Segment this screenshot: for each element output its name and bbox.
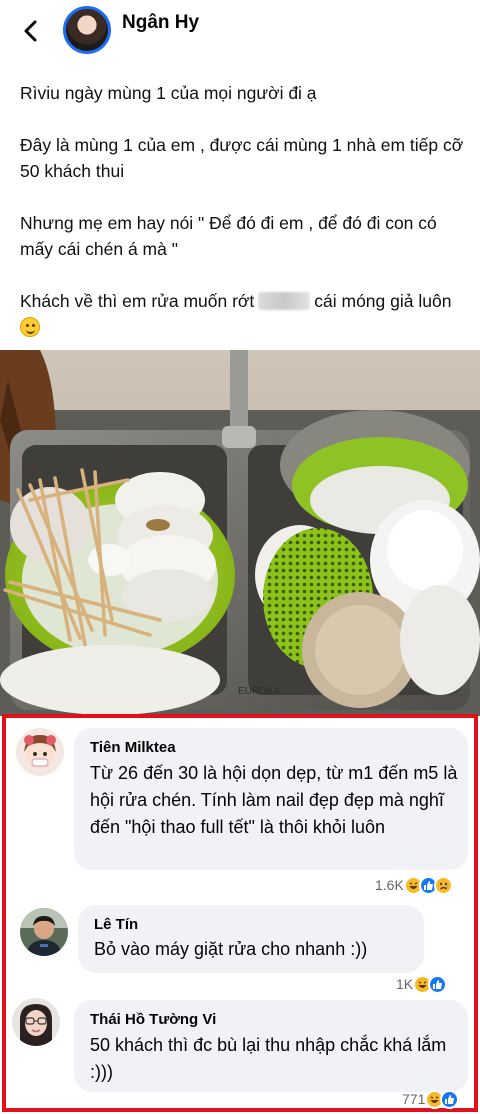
author-name[interactable]: Ngân Hy: [122, 12, 199, 34]
reaction-count: 1.6K: [375, 877, 404, 893]
sink-brand-label: EUROKA: [238, 686, 281, 697]
post-line: Nhưng mẹ em hay nói " Để đó đi em , để đ…: [20, 213, 437, 259]
commenter-avatar[interactable]: [16, 728, 64, 776]
comment-bubble[interactable]: Tiên Milktea Từ 26 đến 30 là hội dọn dẹp…: [74, 728, 468, 870]
comment-bubble[interactable]: Lê Tín Bỏ vào máy giặt rửa cho nhanh :)): [78, 905, 424, 973]
post-photo[interactable]: EUROKA: [0, 350, 480, 716]
post-text: Rìviu ngày mùng 1 của mọi người đi ạ Đây…: [20, 80, 470, 366]
comment-text: Từ 26 đến 30 là hội dọn dẹp, từ m1 đến m…: [90, 763, 458, 837]
commenter-name[interactable]: Thái Hồ Tường Vi: [90, 1011, 216, 1028]
post-line-last: Khách về thì em rửa muốn rớt cái móng giả…: [20, 288, 470, 340]
comments-highlight-frame: Tiên Milktea Từ 26 đến 30 là hội dọn dẹp…: [2, 714, 478, 1112]
reaction-count: 771: [402, 1091, 426, 1107]
reaction-count: 1K: [396, 976, 414, 992]
post-header: Ngân Hy: [0, 0, 480, 62]
comment-reactions[interactable]: 1K: [396, 973, 448, 995]
author-avatar[interactable]: [63, 6, 111, 54]
like-reaction-icon: [440, 1089, 460, 1109]
commenter-avatar[interactable]: [20, 908, 68, 956]
post-line-part: cái móng giả luôn: [314, 291, 452, 311]
comment-reactions[interactable]: 1.6K: [375, 874, 453, 896]
comment-text: 50 khách thì đc bù lại thu nhập chắc khá…: [90, 1035, 447, 1082]
like-reaction-icon: [428, 974, 448, 994]
smile-emoji-icon: [20, 317, 40, 337]
post-line: Rìviu ngày mùng 1 của mọi người đi ạ: [20, 83, 317, 103]
comment-text: Bỏ vào máy giặt rửa cho nhanh :)): [94, 939, 368, 959]
commenter-avatar[interactable]: [12, 998, 60, 1046]
commenter-name[interactable]: Lê Tín: [94, 916, 138, 933]
blurred-word: [258, 292, 311, 310]
sad-reaction-icon: [433, 875, 453, 895]
comment-bubble[interactable]: Thái Hồ Tường Vi 50 khách thì đc bù lại …: [74, 1000, 468, 1092]
post-line: Đây là mùng 1 của em , được cái mùng 1 n…: [20, 135, 464, 181]
commenter-name[interactable]: Tiên Milktea: [90, 739, 176, 756]
back-arrow-icon: [24, 20, 37, 42]
post-line-part: Khách về thì em rửa muốn rớt: [20, 291, 255, 311]
comment-reactions[interactable]: 771: [402, 1088, 460, 1110]
back-button[interactable]: [18, 16, 46, 46]
